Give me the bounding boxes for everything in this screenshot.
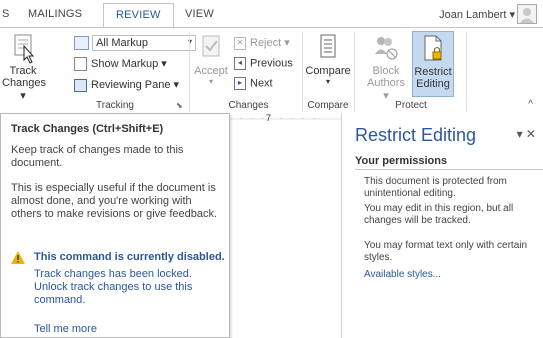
block-authors-label-2: Authors ▾ (367, 77, 405, 102)
tooltip-warning-body: Track changes has been locked. Unlock tr… (34, 268, 193, 306)
avatar[interactable] (517, 4, 537, 24)
reviewing-pane-icon (74, 78, 87, 92)
block-authors-label-1: Block (372, 65, 400, 77)
tracking-group-label: Tracking (96, 100, 134, 111)
tab-review[interactable]: REVIEW (103, 3, 174, 27)
ruler-mark: 7 (266, 113, 272, 123)
pane-controls[interactable]: ▾ ✕ (517, 127, 536, 141)
accept-button[interactable]: Accept ▾ (193, 34, 229, 86)
restrict-editing-icon (424, 35, 442, 61)
tab-partial[interactable]: S (2, 8, 10, 20)
reviewing-pane-label: Reviewing Pane ▾ (91, 79, 180, 91)
ribbon-tabs: S MAILINGS REVIEW VIEW Joan Lambert ▾ (0, 0, 543, 27)
show-markup-label: Show Markup ▾ (91, 58, 167, 70)
tab-mailings[interactable]: MAILINGS (28, 8, 82, 20)
tab-view[interactable]: VIEW (185, 8, 214, 20)
track-changes-icon (14, 34, 35, 64)
previous-label: Previous (250, 57, 293, 70)
person-icon (520, 8, 534, 23)
protect-group-label: Protect (395, 100, 427, 111)
show-markup-button[interactable]: Show Markup ▾ (74, 57, 167, 72)
track-changes-label-1: Track (9, 65, 37, 77)
markup-select-box[interactable]: All Markup ▾ (92, 35, 197, 51)
group-divider (189, 32, 190, 112)
previous-button[interactable]: ◂ Previous (234, 57, 293, 70)
ruler-dots: · · · (240, 114, 268, 123)
collapse-ribbon-icon[interactable]: ^ (528, 99, 533, 110)
block-authors-icon (375, 37, 398, 60)
reject-button[interactable]: ✕ Reject ▾ (234, 36, 290, 50)
restrict-editing-pane: Restrict Editing ▾ ✕ Your permissions Th… (341, 113, 543, 338)
warning-icon (11, 251, 25, 264)
markup-select[interactable]: All Markup ▾ (74, 35, 197, 51)
tooltip-detail: This is especially useful if the documen… (11, 182, 218, 220)
reject-icon: ✕ (234, 36, 246, 50)
restrict-editing-button[interactable]: Restrict Editing (412, 31, 454, 97)
changes-group-label: Changes (228, 100, 269, 111)
track-changes-tooltip: Track Changes (Ctrl+Shift+E) Keep track … (0, 113, 230, 338)
user-name[interactable]: Joan Lambert ▾ (439, 8, 515, 21)
ruler: · · · 7 · · · · (230, 113, 341, 125)
block-authors-button[interactable]: Block Authors ▾ (364, 34, 408, 102)
previous-icon: ◂ (234, 57, 246, 70)
ribbon: Track Changes ▾ All Markup ▾ Show Markup … (0, 27, 543, 115)
pane-title: Restrict Editing (355, 125, 477, 145)
next-icon: ▸ (234, 77, 246, 90)
track-changes-button[interactable]: Track Changes ▾ (2, 34, 47, 102)
permission-text-3: You may format text only with certain st… (364, 240, 528, 263)
tooltip-warning-title: This command is currently disabled. (34, 251, 225, 263)
accept-label: Accept (194, 65, 228, 77)
dialog-launcher-icon[interactable]: ⬊ (176, 101, 183, 110)
next-button[interactable]: ▸ Next (234, 77, 273, 90)
compare-group-label: Compare (307, 100, 349, 111)
pane-close-icon[interactable]: ▾ ✕ (517, 127, 536, 141)
track-changes-label-2: Changes ▾ (2, 77, 47, 102)
compare-label: Compare (305, 65, 351, 77)
next-label: Next (250, 77, 273, 90)
user-name-label: Joan Lambert (439, 9, 507, 21)
available-styles-link[interactable]: Available styles... (364, 269, 441, 280)
permission-text-2: You may edit in this region, but all cha… (364, 203, 514, 226)
group-divider (466, 32, 467, 112)
chevron-down-icon: ▾ (208, 77, 213, 86)
ruler-dots: · · · · (280, 114, 319, 123)
user-caret: ▾ (509, 9, 515, 21)
accept-icon (202, 35, 220, 57)
tell-me-more-link[interactable]: Tell me more (34, 323, 97, 335)
tooltip-title: Track Changes (Ctrl+Shift+E) (11, 123, 164, 135)
tooltip-description: Keep track of changes made to this docum… (11, 144, 184, 169)
group-divider (354, 32, 355, 112)
permissions-heading: Your permissions (355, 155, 543, 170)
restrict-editing-label-2: Editing (416, 78, 450, 90)
show-markup-icon (74, 57, 87, 72)
compare-button[interactable]: Compare ▾ (304, 34, 352, 86)
compare-icon (320, 34, 336, 58)
chevron-down-icon: ▾ (325, 77, 330, 86)
markup-icon (74, 36, 89, 50)
group-divider (302, 32, 303, 112)
permission-text-1: This document is protected from unintent… (364, 176, 507, 199)
markup-select-value: All Markup (96, 37, 149, 49)
reviewing-pane-button[interactable]: Reviewing Pane ▾ (74, 78, 179, 92)
restrict-editing-label-1: Restrict (414, 66, 452, 78)
reject-label: Reject ▾ (250, 37, 290, 49)
